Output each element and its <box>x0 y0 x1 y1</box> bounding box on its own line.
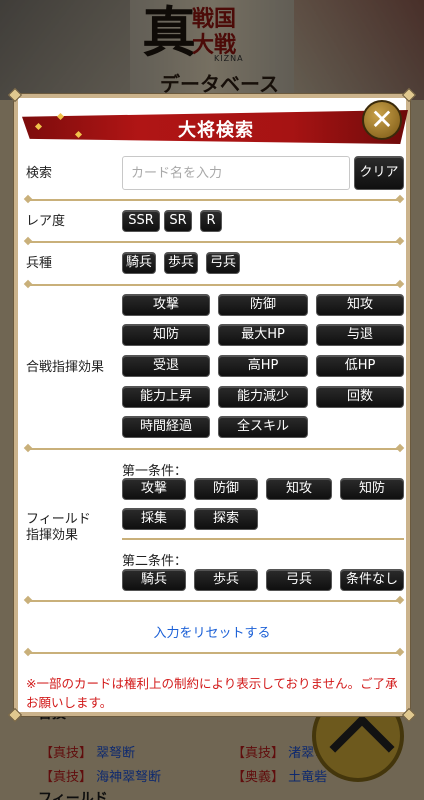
battle-effect-button[interactable]: 防御 <box>218 294 308 316</box>
battle-effect-button[interactable]: 全スキル <box>218 416 308 438</box>
battle-effect-button[interactable]: 時間経過 <box>122 416 210 438</box>
section-divider <box>28 199 400 201</box>
battle-effect-button[interactable]: 最大HP <box>218 324 308 346</box>
section-divider <box>28 652 400 654</box>
section-divider <box>28 600 400 602</box>
rarity-label: レア度 <box>26 214 66 229</box>
card-name-input[interactable] <box>122 156 350 190</box>
field-second-button[interactable]: 騎兵 <box>122 569 186 591</box>
troop-label: 兵種 <box>26 256 53 271</box>
field-first-button[interactable]: 採集 <box>122 508 186 530</box>
rarity-r-button[interactable]: R <box>200 210 222 232</box>
battle-effect-button[interactable]: 知攻 <box>316 294 404 316</box>
troop-cavalry-button[interactable]: 騎兵 <box>122 252 156 274</box>
troop-infantry-button[interactable]: 歩兵 <box>164 252 198 274</box>
field-first-button[interactable]: 防御 <box>194 478 258 500</box>
field-first-button[interactable]: 知防 <box>340 478 404 500</box>
battle-effect-button[interactable]: 回数 <box>316 386 404 408</box>
field-effect-label: フィールド 指揮効果 <box>26 512 91 544</box>
rights-notice: ※一部のカードは権利上の制約により表示しておりません。ご了承お願いします。 <box>26 676 398 710</box>
search-label: 検索 <box>26 166 53 181</box>
field-second-button[interactable]: 弓兵 <box>266 569 332 591</box>
battle-effect-button[interactable]: 受退 <box>122 355 210 377</box>
condition-divider <box>122 538 404 540</box>
rarity-ssr-button[interactable]: SSR <box>122 210 160 232</box>
field-first-button[interactable]: 攻撃 <box>122 478 186 500</box>
battle-effect-button[interactable]: 与退 <box>316 324 404 346</box>
modal-title: 大将検索 <box>178 120 254 141</box>
section-divider <box>28 241 400 243</box>
field-first-button[interactable]: 探索 <box>194 508 258 530</box>
battle-effect-label: 合戦指揮効果 <box>26 360 105 375</box>
battle-effect-button[interactable]: 能力減少 <box>218 386 308 408</box>
field-second-button[interactable]: 歩兵 <box>194 569 258 591</box>
battle-effect-button[interactable]: 知防 <box>122 324 210 346</box>
troop-archer-button[interactable]: 弓兵 <box>206 252 240 274</box>
field-effect-label-line2: 指揮効果 <box>26 528 79 543</box>
field-effect-label-line1: フィールド <box>26 512 91 527</box>
battle-effect-button[interactable]: 低HP <box>316 355 404 377</box>
close-icon: ✕ <box>370 103 394 136</box>
section-divider <box>28 284 400 286</box>
battle-effect-button[interactable]: 高HP <box>218 355 308 377</box>
close-button[interactable]: ✕ <box>362 100 402 140</box>
second-condition-label: 第二条件： <box>122 554 188 569</box>
reset-input-link[interactable]: 入力をリセットする <box>18 622 406 641</box>
section-divider <box>28 448 400 450</box>
first-condition-label: 第一条件： <box>122 464 188 479</box>
clear-button[interactable]: クリア <box>354 156 404 190</box>
field-first-button[interactable]: 知攻 <box>266 478 332 500</box>
field-second-button[interactable]: 条件なし <box>340 569 404 591</box>
general-search-modal: 大将検索 ✕ 検索 クリア レア度 SSR SR R 兵種 騎兵 歩兵 弓兵 合… <box>7 87 417 723</box>
battle-effect-button[interactable]: 能力上昇 <box>122 386 210 408</box>
battle-effect-button[interactable]: 攻撃 <box>122 294 210 316</box>
rarity-sr-button[interactable]: SR <box>164 210 192 232</box>
